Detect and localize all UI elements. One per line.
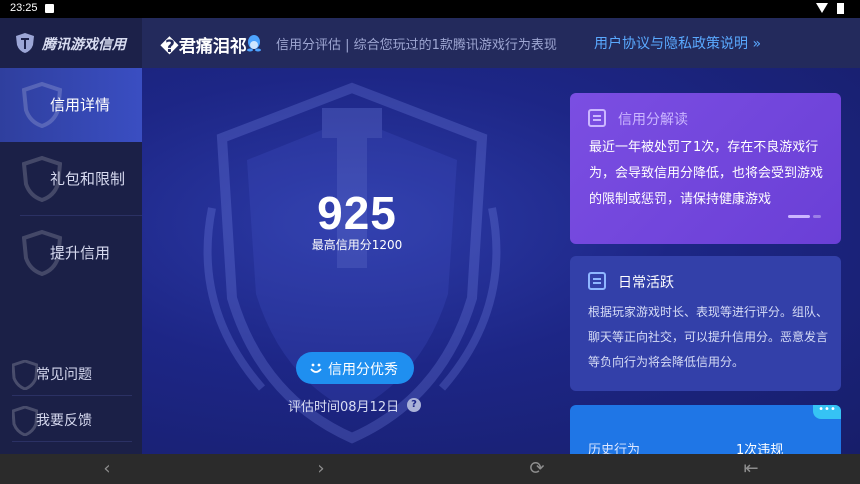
smile-icon <box>310 363 322 373</box>
system-nav-bar: ‹ › ⟳ ⇤ <box>0 454 860 484</box>
history-label: 历史行为 <box>588 443 641 454</box>
player-nickname: �君痛泪祁 <box>160 37 247 57</box>
sidebar-item-label: 提升信用 <box>50 244 111 262</box>
sidebar-item-improve-credit[interactable]: 提升信用 <box>0 216 142 290</box>
sidebar-item-label: 信用详情 <box>50 96 111 114</box>
credit-score-max: 最高信用分1200 <box>311 238 403 252</box>
battery-icon <box>837 3 844 14</box>
main-panel: 925 最高信用分1200 信用分优秀 评估时间08月12日 ? 信用分解读 最… <box>142 68 860 454</box>
shield-outline-icon <box>12 360 38 390</box>
back-icon[interactable]: ‹ <box>97 459 117 479</box>
sidebar-item-gifts-restrictions[interactable]: 礼包和限制 <box>0 142 142 216</box>
sidebar: 信用详情 礼包和限制 提升信用 常见问题 我要反馈 <box>0 68 142 454</box>
forward-icon[interactable]: › <box>311 459 331 479</box>
daily-activity-card[interactable]: 日常活跃 根据玩家游戏时长、表现等进行评分。组队、聊天等正向社交，可以提升信用分… <box>570 256 841 391</box>
notification-icon <box>45 4 54 13</box>
shield-laurel-background-icon <box>203 82 501 444</box>
refresh-icon[interactable]: ⟳ <box>527 459 547 479</box>
carousel-indicator <box>788 215 822 218</box>
card-body: 最近一年被处罚了1次，存在不良游戏行为，会导致信用分降低，也将会受到游戏的限制或… <box>589 140 824 207</box>
shield-outline-icon <box>12 406 38 436</box>
sidebar-item-credit-details[interactable]: 信用详情 <box>0 68 142 142</box>
evaluation-time: 评估时间08月12日 <box>288 400 400 415</box>
status-bar: 23:25 <box>0 0 860 18</box>
sidebar-item-label: 我要反馈 <box>36 413 92 429</box>
sidebar-item-label: 礼包和限制 <box>50 170 126 188</box>
sidebar-item-faq[interactable]: 常见问题 <box>0 352 142 396</box>
status-time: 23:25 <box>10 2 38 14</box>
shield-logo-icon <box>16 33 34 53</box>
app-name: 腾讯游戏信用 <box>42 37 126 53</box>
indicator-inactive <box>813 215 821 218</box>
credit-level-button[interactable]: 信用分优秀 <box>296 352 414 384</box>
more-icon[interactable]: ••• <box>813 405 841 419</box>
document-icon <box>588 109 606 127</box>
wifi-icon <box>816 3 828 13</box>
divider <box>12 441 132 442</box>
credit-score-value: 925 <box>317 187 397 239</box>
sidebar-item-feedback[interactable]: 我要反馈 <box>0 398 142 442</box>
help-icon[interactable]: ? <box>407 398 421 412</box>
sidebar-item-label: 常见问题 <box>36 367 92 383</box>
exit-icon[interactable]: ⇤ <box>741 459 761 479</box>
history-card[interactable]: ••• 历史行为 1次违规 <box>570 405 841 454</box>
credit-level-label: 信用分优秀 <box>328 362 398 378</box>
divider <box>12 395 132 396</box>
policy-link[interactable]: 用户协议与隐私政策说明 » <box>594 33 761 53</box>
indicator-active <box>788 215 810 218</box>
history-value: 1次违规 <box>736 443 784 454</box>
document-icon <box>588 272 606 290</box>
app-logo: 腾讯游戏信用 <box>0 18 142 68</box>
card-title: 日常活跃 <box>618 275 674 291</box>
top-header: 腾讯游戏信用 �君痛泪祁 信用分评估 | 综合您玩过的1款腾讯游戏行为表现 用户… <box>0 18 860 68</box>
card-title: 信用分解读 <box>618 112 688 128</box>
interpretation-card[interactable]: 信用分解读 最近一年被处罚了1次，存在不良游戏行为，会导致信用分降低，也将会受到… <box>570 93 841 244</box>
card-body: 根据玩家游戏时长、表现等进行评分。组队、聊天等正向社交，可以提升信用分。恶意发言… <box>588 305 829 369</box>
score-description: 信用分评估 | 综合您玩过的1款腾讯游戏行为表现 <box>276 38 557 53</box>
qq-penguin-icon <box>247 35 261 52</box>
